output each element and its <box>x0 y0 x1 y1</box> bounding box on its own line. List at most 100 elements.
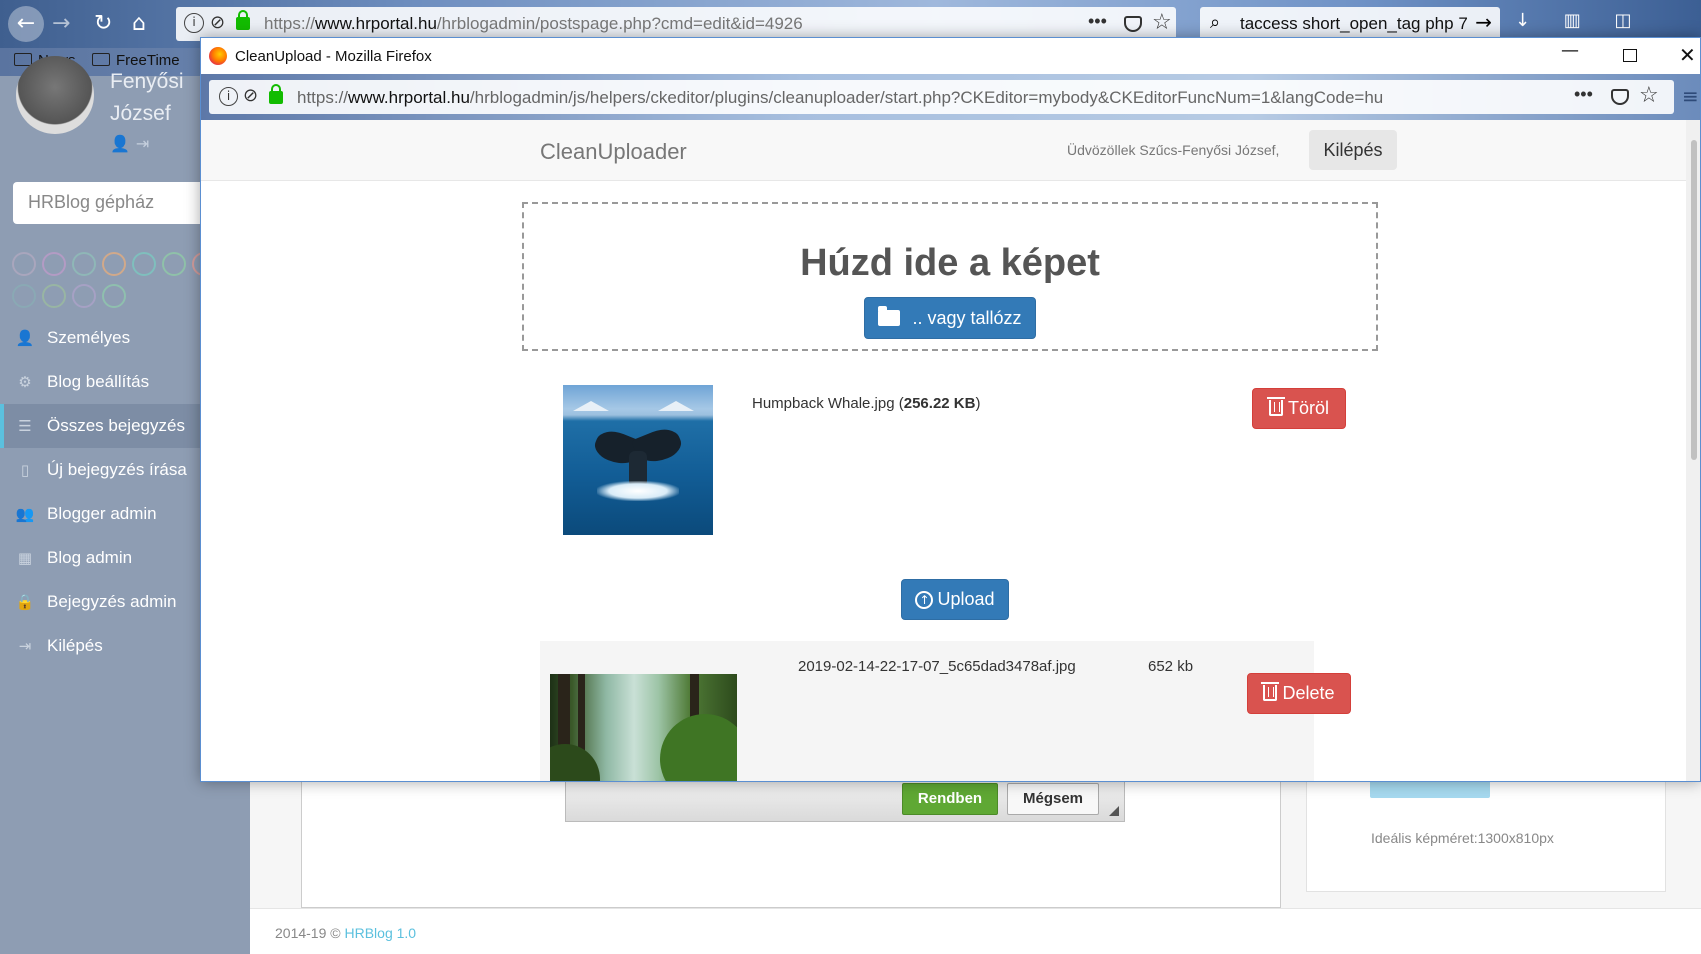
secure-lock-icon <box>236 10 250 30</box>
file-drop-zone[interactable]: Húzd ide a képet .. vagy tallózz <box>522 202 1378 351</box>
browser-extension-icons[interactable]: ↓ ▥ ◫ <box>1515 10 1646 31</box>
user-name-line2: József <box>110 102 171 125</box>
page-actions-icon[interactable]: ••• <box>1574 84 1593 105</box>
ok-button[interactable]: Rendben <box>902 783 998 815</box>
hamburger-menu-icon[interactable]: ≡ <box>1682 84 1699 108</box>
bookmark-star-icon[interactable]: ☆ <box>1639 83 1659 108</box>
uploader-brand[interactable]: CleanUploader <box>540 139 687 165</box>
ckeditor-dialog-footer: Rendben Mégsem <box>565 778 1125 822</box>
close-icon[interactable]: ✕ <box>1679 43 1696 67</box>
sidebar-item-label: Blog admin <box>47 548 133 567</box>
user-name-line1: Fenyősi <box>110 70 184 93</box>
search-go-arrow-icon[interactable]: → <box>1475 10 1492 34</box>
logout-icon: ⇥ <box>18 637 32 655</box>
user-icon: 👤 <box>15 329 35 347</box>
remove-file-button[interactable]: Töröl <box>1252 388 1346 429</box>
forward-arrow-icon[interactable]: → <box>52 6 70 42</box>
background-url-text: https://www.hrportal.hu/hrblogadmin/post… <box>264 14 803 33</box>
scrollbar-thumb[interactable] <box>1691 140 1697 460</box>
folder-open-icon <box>878 306 901 326</box>
color-circle[interactable] <box>12 284 36 308</box>
color-circle[interactable] <box>102 284 126 308</box>
maximize-icon[interactable] <box>1623 49 1637 62</box>
popup-toolbar: i ⊘ https://www.hrportal.hu/hrblogadmin/… <box>201 74 1700 120</box>
sidebar-item-label: Személyes <box>47 328 131 347</box>
upload-arrow-icon: ↑ <box>915 591 934 609</box>
reload-icon[interactable]: ↻ <box>94 6 112 42</box>
cancel-button[interactable]: Mégsem <box>1007 783 1099 815</box>
sidebar-item-label: Kilépés <box>47 636 103 655</box>
tracking-protection-icon[interactable]: ⊘ <box>210 12 225 33</box>
tracking-protection-icon[interactable]: ⊘ <box>243 85 258 106</box>
sidebar-item-label: Bejegyzés admin <box>47 592 177 611</box>
grid-icon: ▦ <box>17 549 33 567</box>
pocket-icon[interactable] <box>1124 16 1142 32</box>
sidebar-item-label: Blog beállítás <box>47 372 150 391</box>
resize-grip-icon[interactable] <box>1109 806 1119 816</box>
search-icon: ⌕ <box>1210 12 1221 33</box>
uploaded-file-size: 652 kb <box>1148 658 1194 675</box>
page-footer: 2014-19 © HRBlog 1.0 <box>250 908 1701 954</box>
uploaded-file-row: 2019-02-14-22-17-07_5c65dad3478af.jpg 65… <box>540 641 1351 781</box>
pocket-icon[interactable] <box>1611 89 1629 105</box>
trash-icon <box>1266 397 1285 416</box>
browse-button[interactable]: .. vagy tallózz <box>864 297 1036 339</box>
home-icon[interactable]: ⌂ <box>132 6 146 42</box>
uploaded-file-name[interactable]: 2019-02-14-22-17-07_5c65dad3478af.jpg <box>798 658 1076 675</box>
image-size-hint: Ideális képméret:1300x810px <box>1371 830 1554 846</box>
page-actions-icon[interactable]: ••• <box>1088 11 1107 32</box>
delete-file-button[interactable]: Delete <box>1247 673 1351 714</box>
upload-button[interactable]: ↑ Upload <box>901 579 1009 620</box>
whale-preview-image <box>563 385 713 535</box>
color-circle[interactable] <box>12 252 36 276</box>
pending-file-info: Humpback Whale.jpg (256.22 KB) <box>752 395 981 412</box>
welcome-text: Üdvözöllek Szűcs-Fenyősi József, <box>1067 142 1280 158</box>
browser-search-box[interactable]: ⌕ taccess short_open_tag php 7 → <box>1200 7 1500 41</box>
forest-thumbnail-image[interactable] <box>550 674 737 781</box>
user-action-icons[interactable]: 👤⇥ <box>110 134 155 153</box>
site-info-icon[interactable]: i <box>219 87 238 106</box>
avatar <box>16 56 94 134</box>
sidebar-item-label: Összes bejegyzés <box>47 416 185 435</box>
minimize-icon[interactable]: — <box>1561 40 1579 61</box>
bookmark-freetime[interactable]: FreeTime <box>92 52 180 69</box>
popup-url-text: https://www.hrportal.hu/hrblogadmin/js/h… <box>297 88 1384 107</box>
mountain-shape <box>573 401 609 411</box>
footer-text: 2014-19 © HRBlog 1.0 <box>275 925 417 941</box>
color-circle[interactable] <box>132 252 156 276</box>
foliage <box>660 714 737 781</box>
file-icon: ▯ <box>20 461 30 479</box>
sidebar-item-label: Blogger admin <box>47 504 157 523</box>
color-circle[interactable] <box>72 252 96 276</box>
popup-url-bar[interactable]: i ⊘ https://www.hrportal.hu/hrblogadmin/… <box>209 80 1674 114</box>
color-circle[interactable] <box>42 252 66 276</box>
drop-zone-title: Húzd ide a képet <box>800 242 1100 284</box>
secure-lock-icon <box>269 84 283 104</box>
lock-icon: 🔒 <box>15 593 35 611</box>
water-splash <box>597 481 679 501</box>
logout-button[interactable]: Kilépés <box>1309 130 1397 170</box>
page-scrollbar[interactable] <box>1686 120 1700 781</box>
browse-label: .. vagy tallózz <box>912 308 1022 328</box>
search-query-text: taccess short_open_tag php 7 <box>1240 14 1468 33</box>
color-circle[interactable] <box>162 252 186 276</box>
footer-version-link[interactable]: HRBlog 1.0 <box>344 925 416 941</box>
firefox-logo-icon <box>209 47 227 65</box>
foliage <box>550 744 600 781</box>
bookmark-star-icon[interactable]: ☆ <box>1152 10 1172 35</box>
color-circle[interactable] <box>72 284 96 308</box>
color-circle[interactable] <box>102 252 126 276</box>
site-info-icon[interactable]: i <box>184 13 204 33</box>
background-url-bar[interactable]: i ⊘ https://www.hrportal.hu/hrblogadmin/… <box>176 7 1176 41</box>
list-icon: ☰ <box>18 417 32 435</box>
popup-titlebar[interactable]: CleanUpload - Mozilla Firefox — ✕ <box>201 38 1700 74</box>
sidebar-item-label: Új bejegyzés írása <box>47 460 187 479</box>
gear-icon: ⚙ <box>18 373 32 391</box>
window-title: CleanUpload - Mozilla Firefox <box>235 48 432 65</box>
back-arrow-icon[interactable]: ← <box>8 6 44 42</box>
folder-icon <box>92 53 110 66</box>
mountain-shape <box>658 401 694 411</box>
color-circle[interactable] <box>42 284 66 308</box>
cleanupload-popup-window: CleanUpload - Mozilla Firefox — ✕ i ⊘ ht… <box>200 37 1701 782</box>
users-icon: 👥 <box>15 505 35 523</box>
